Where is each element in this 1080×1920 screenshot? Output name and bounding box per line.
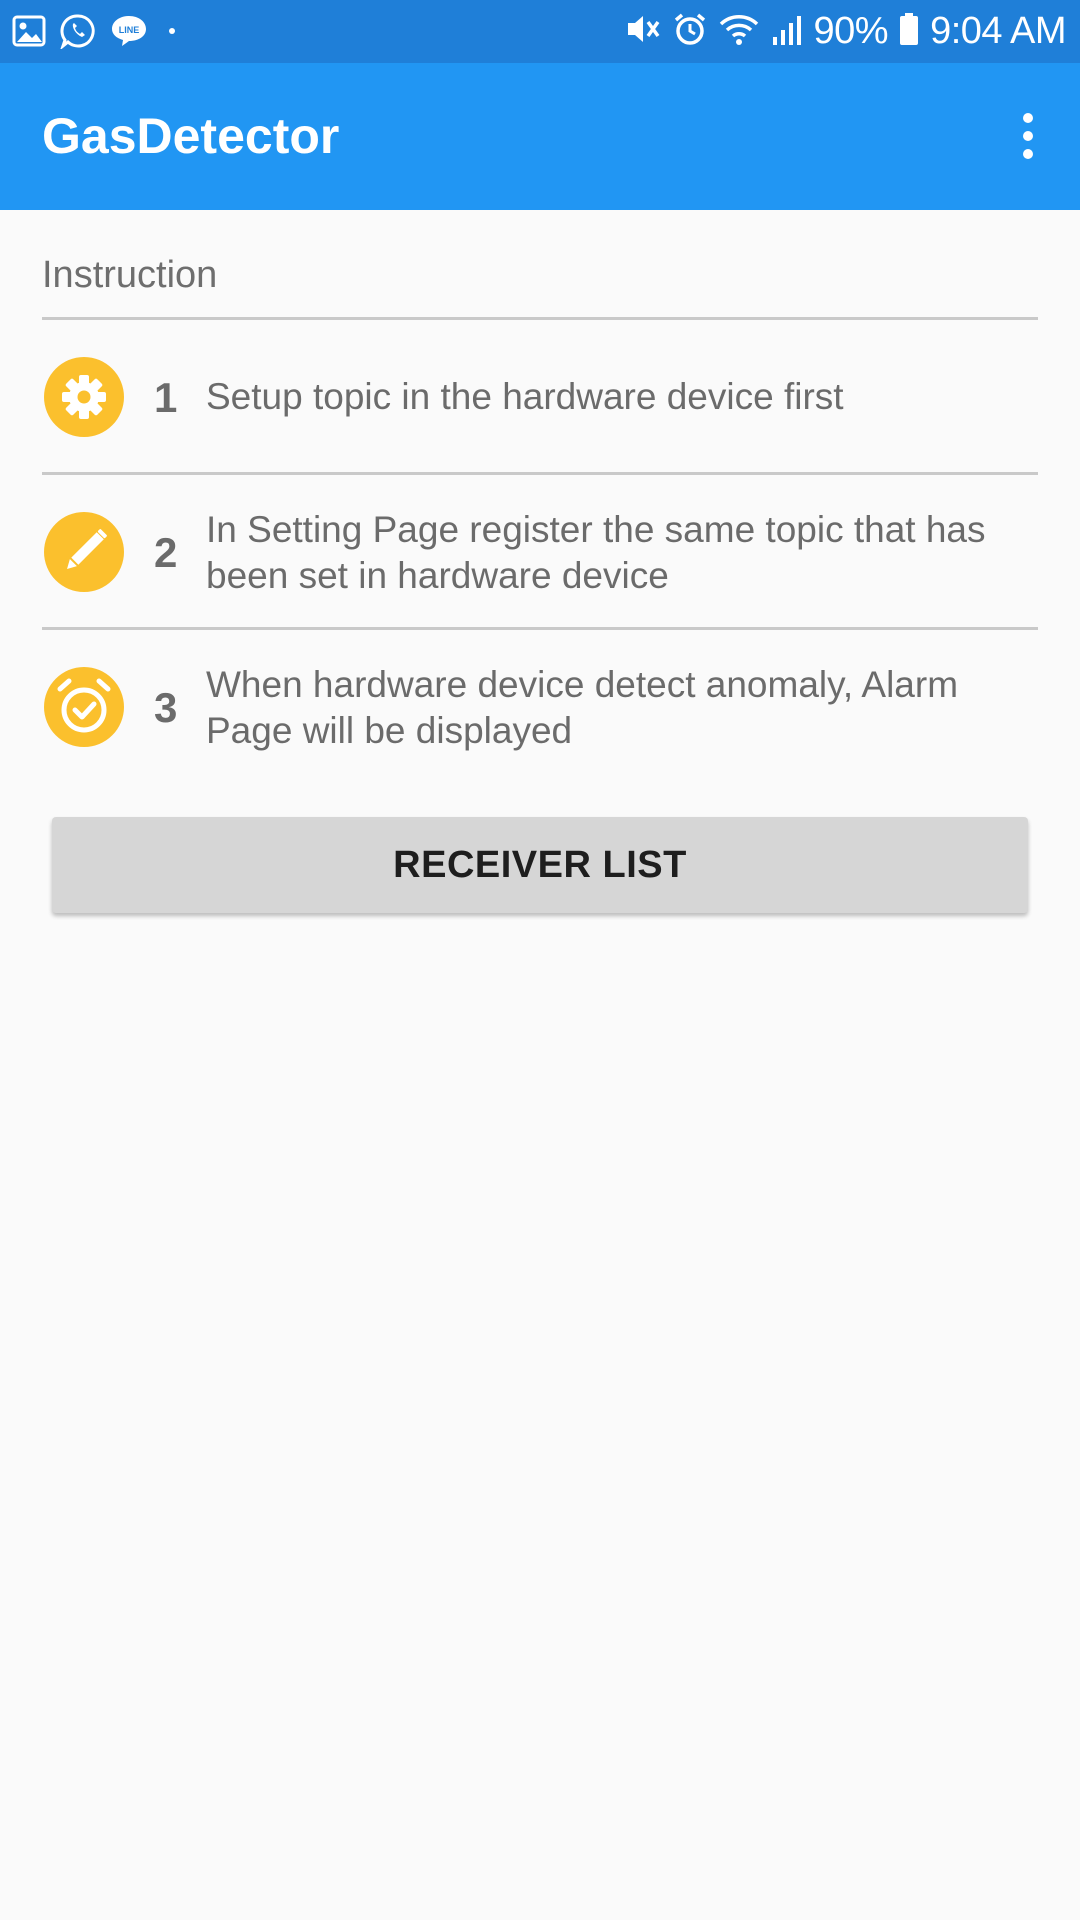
section-header: Instruction <box>42 254 218 296</box>
instruction-item: 2 In Setting Page register the same topi… <box>42 475 1038 625</box>
signal-icon <box>770 11 804 52</box>
overflow-dot <box>1023 149 1033 159</box>
battery-icon <box>898 11 920 52</box>
gallery-icon <box>12 14 46 48</box>
app-bar: GasDetector <box>0 63 1080 210</box>
instruction-item: 3 When hardware device detect anomaly, A… <box>42 630 1038 780</box>
overflow-dot <box>1023 113 1033 123</box>
dot-icon <box>162 13 182 49</box>
gear-icon <box>44 357 124 437</box>
notification-icons: LINE <box>12 10 182 52</box>
step-text: Setup topic in the hardware device first <box>206 376 844 417</box>
app-title: GasDetector <box>42 108 340 164</box>
wifi-icon <box>718 11 760 52</box>
mute-icon <box>624 11 662 52</box>
line-icon: LINE <box>110 13 148 49</box>
step-number: 3 <box>154 684 178 731</box>
step-number: 2 <box>154 529 178 576</box>
overflow-dot <box>1023 131 1033 141</box>
system-status: 90% 9:04 AM <box>624 6 1066 56</box>
receiver-list-button[interactable]: RECEIVER LIST <box>52 817 1028 913</box>
battery-percent: 90% <box>813 9 889 52</box>
step-number: 1 <box>154 374 178 421</box>
svg-text:LINE: LINE <box>119 25 140 35</box>
whatsapp-icon <box>60 13 96 49</box>
pencil-icon <box>44 512 124 592</box>
instruction-item: 1 Setup topic in the hardware device fir… <box>42 320 1038 470</box>
step-text: In Setting Page register the same topic … <box>206 509 986 596</box>
status-bar: LINE 90% 9:04 AM <box>0 0 1080 63</box>
step-text: When hardware device detect anomaly, Ala… <box>206 664 959 751</box>
alarm-check-icon <box>44 667 124 747</box>
alarm-icon <box>672 11 708 52</box>
clock: 9:04 AM <box>930 9 1066 52</box>
overflow-menu-icon[interactable] <box>998 101 1058 171</box>
